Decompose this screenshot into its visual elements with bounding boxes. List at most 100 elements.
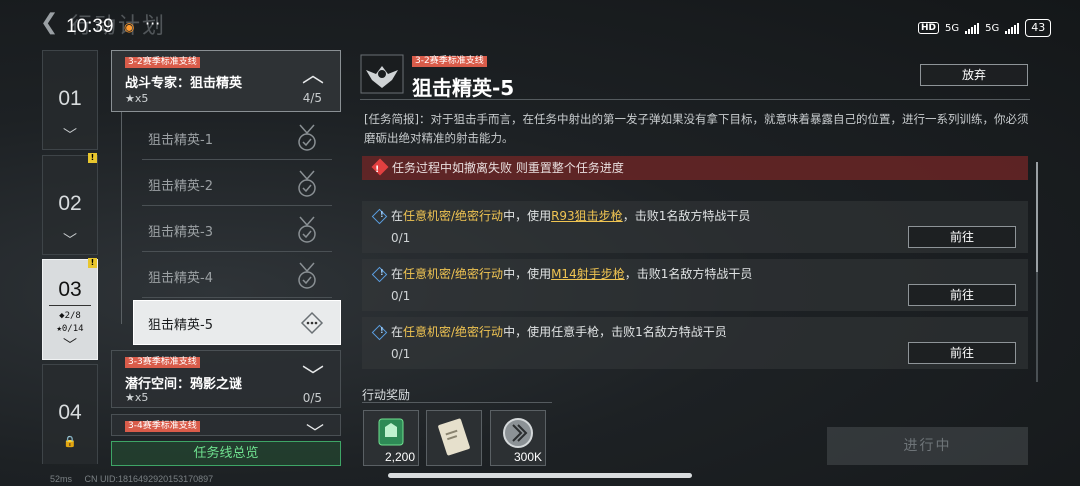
chevron-up-icon: ︿ [301, 63, 324, 88]
chevron-down-icon: ﹀ [63, 233, 77, 249]
eagle-emblem-icon [360, 54, 404, 94]
sub-quest-label: 狙击精英-5 [148, 318, 213, 333]
chevron-down-icon: ﹀ [306, 423, 324, 436]
lock-icon: 🔒 [63, 435, 77, 448]
scrollbar-thumb[interactable] [1036, 162, 1038, 272]
in-progress-diamond-icon [300, 311, 324, 335]
brief-text: 对于狙击手而言，在任务中射出的第一发子弹如果没有拿下目标，就意味着暴露自己的位置… [364, 112, 1029, 145]
back-arrow-icon[interactable]: ❮ [40, 10, 58, 35]
season-tag: 3-4赛季标准支线 [125, 421, 200, 432]
info-icon: ! [371, 266, 388, 283]
reward-item[interactable]: 300K [490, 410, 546, 466]
in-progress-button: 进行中 [827, 427, 1028, 465]
alert-badge-icon: ! [88, 258, 97, 268]
sub-quest-2[interactable]: 狙击精英-2 [142, 162, 332, 206]
diamond-progress: ◆2/8 [59, 311, 81, 321]
chapter-tab-03[interactable]: 03 ◆2/8 ★0/14 ﹀ [42, 259, 98, 360]
network-type-1: 5G [945, 22, 960, 34]
alert-badge-icon: ! [88, 153, 97, 163]
sub-quest-5[interactable]: 狙击精英-5 [133, 300, 341, 345]
xp-card-icon [378, 418, 404, 446]
info-icon: ! [371, 208, 388, 225]
brief-label: [任务简报]： [364, 112, 431, 126]
completed-medal-icon [298, 170, 316, 197]
sub-quest-label: 狙击精英-2 [148, 179, 213, 194]
objective-progress: 0/1 [391, 231, 411, 245]
footer-info: 52ms CN UID:1816492920153170897 [50, 474, 223, 484]
divider [362, 402, 552, 403]
go-button[interactable]: 前往 [908, 284, 1016, 306]
go-button[interactable]: 前往 [908, 226, 1016, 248]
notification-icon: ◉ [124, 20, 135, 34]
signal-icon [1005, 22, 1020, 34]
reward-item[interactable]: 2,200 [363, 410, 419, 466]
signal-icon [965, 22, 980, 34]
more-notifications-icon: ··· [145, 14, 161, 33]
chapter-stats: ◆2/8 ★0/14 [43, 310, 97, 336]
detail-season-tag: 3-2赛季标准支线 [412, 56, 487, 67]
ping-value: 52ms [50, 474, 73, 484]
completed-medal-icon [298, 262, 316, 289]
objective-text: 在任意机密/绝密行动中，使用任意手枪，击败1名敌方特战干员 [391, 325, 727, 339]
chapter-tab-04[interactable]: 04 🔒 [42, 364, 98, 464]
warning-text: 任务过程中如撤离失败 则重置整个任务进度 [392, 161, 624, 175]
objective-text: 在任意机密/绝密行动中，使用M14射手步枪，击败1名敌方特战干员 [391, 267, 753, 281]
sub-quest-4[interactable]: 狙击精英-4 [142, 254, 332, 298]
chapter-number: 04 [58, 401, 82, 424]
sub-quest-label: 狙击精英-1 [148, 133, 213, 148]
warning-banner: ! 任务过程中如撤离失败 则重置整个任务进度 [362, 156, 1028, 180]
objective-row: ! 在任意机密/绝密行动中，使用R93狙击步枪，击败1名敌方特战干员 0/1 前… [362, 201, 1028, 253]
home-indicator[interactable] [388, 473, 692, 478]
coin-icon [503, 418, 533, 448]
go-button[interactable]: 前往 [908, 342, 1016, 364]
sub-quest-label: 狙击精英-4 [148, 271, 213, 286]
system-indicators: HD 5G 5G 43 [918, 18, 1052, 38]
quest-line-overview-button[interactable]: 任务线总览 [111, 441, 341, 466]
quest-group-name: 潜行空间：鸦影之谜 [125, 377, 243, 392]
season-tag: 3-3赛季标准支线 [125, 357, 200, 368]
quest-group-stars: ★x5 [125, 92, 149, 105]
objective-row: ! 在任意机密/绝密行动中，使用任意手枪，击败1名敌方特战干员 0/1 前往 [362, 317, 1028, 369]
hd-badge: HD [918, 22, 940, 34]
info-icon: ! [371, 324, 388, 341]
completed-medal-icon [298, 216, 316, 243]
chevron-down-icon: ﹀ [63, 128, 77, 144]
uid-text: CN UID:1816492920153170897 [84, 474, 214, 484]
chapter-number: 03 [58, 278, 82, 301]
season-tag: 3-2赛季标准支线 [125, 57, 200, 68]
reward-count: 2,200 [384, 450, 415, 464]
chapter-number: 02 [58, 192, 82, 215]
objective-row: ! 在任意机密/绝密行动中，使用M14射手步枪，击败1名敌方特战干员 0/1 前… [362, 259, 1028, 311]
objective-progress: 0/1 [391, 289, 411, 303]
chapter-number: 01 [58, 87, 82, 110]
warning-icon: ! [371, 158, 389, 176]
chevron-down-icon: ﹀ [63, 338, 77, 354]
reward-item[interactable] [426, 410, 482, 466]
clock: 10:39 [66, 16, 114, 37]
tree-connector [121, 112, 122, 324]
rewards-label: 行动奖励 [362, 388, 411, 402]
quest-group-progress: 0/5 [302, 391, 322, 405]
quest-group-stars: ★x5 [125, 391, 149, 404]
chapter-tab-02[interactable]: 02 ﹀ [42, 155, 98, 255]
quest-group-next[interactable]: 3-4赛季标准支线 ﹀ [111, 414, 341, 436]
sub-quest-3[interactable]: 狙击精英-3 [142, 208, 332, 252]
quest-group-stealth[interactable]: 3-3赛季标准支线 潜行空间：鸦影之谜 ★x5 ﹀ 0/5 [111, 350, 341, 408]
completed-medal-icon [298, 124, 316, 151]
document-item-icon [438, 418, 470, 456]
detail-title: 狙击精英-5 [412, 76, 515, 100]
quest-group-progress: 4/5 [302, 91, 322, 105]
sub-quest-label: 狙击精英-3 [148, 225, 213, 240]
sub-quest-1[interactable]: 狙击精英-1 [142, 116, 332, 160]
battery-icon: 43 [1025, 19, 1052, 37]
objective-text: 在任意机密/绝密行动中，使用R93狙击步枪，击败1名敌方特战干员 [391, 209, 751, 223]
chapter-tab-01[interactable]: 01 ﹀ [42, 50, 98, 150]
status-bar: ❮ 行动计划 10:39 ◉ ··· HD 5G 5G 43 [0, 0, 1080, 46]
quest-group-name: 战斗专家：狙击精英 [125, 76, 243, 91]
chevron-down-icon: ﹀ [301, 365, 324, 390]
mission-brief: [任务简报]：对于狙击手而言，在任务中射出的第一发子弹如果没有拿下目标，就意味着… [364, 110, 1029, 148]
abandon-button[interactable]: 放弃 [920, 64, 1028, 86]
objective-progress: 0/1 [391, 347, 411, 361]
divider [49, 305, 91, 306]
quest-group-sniper[interactable]: 3-2赛季标准支线 战斗专家：狙击精英 ★x5 ︿ 4/5 [111, 50, 341, 112]
